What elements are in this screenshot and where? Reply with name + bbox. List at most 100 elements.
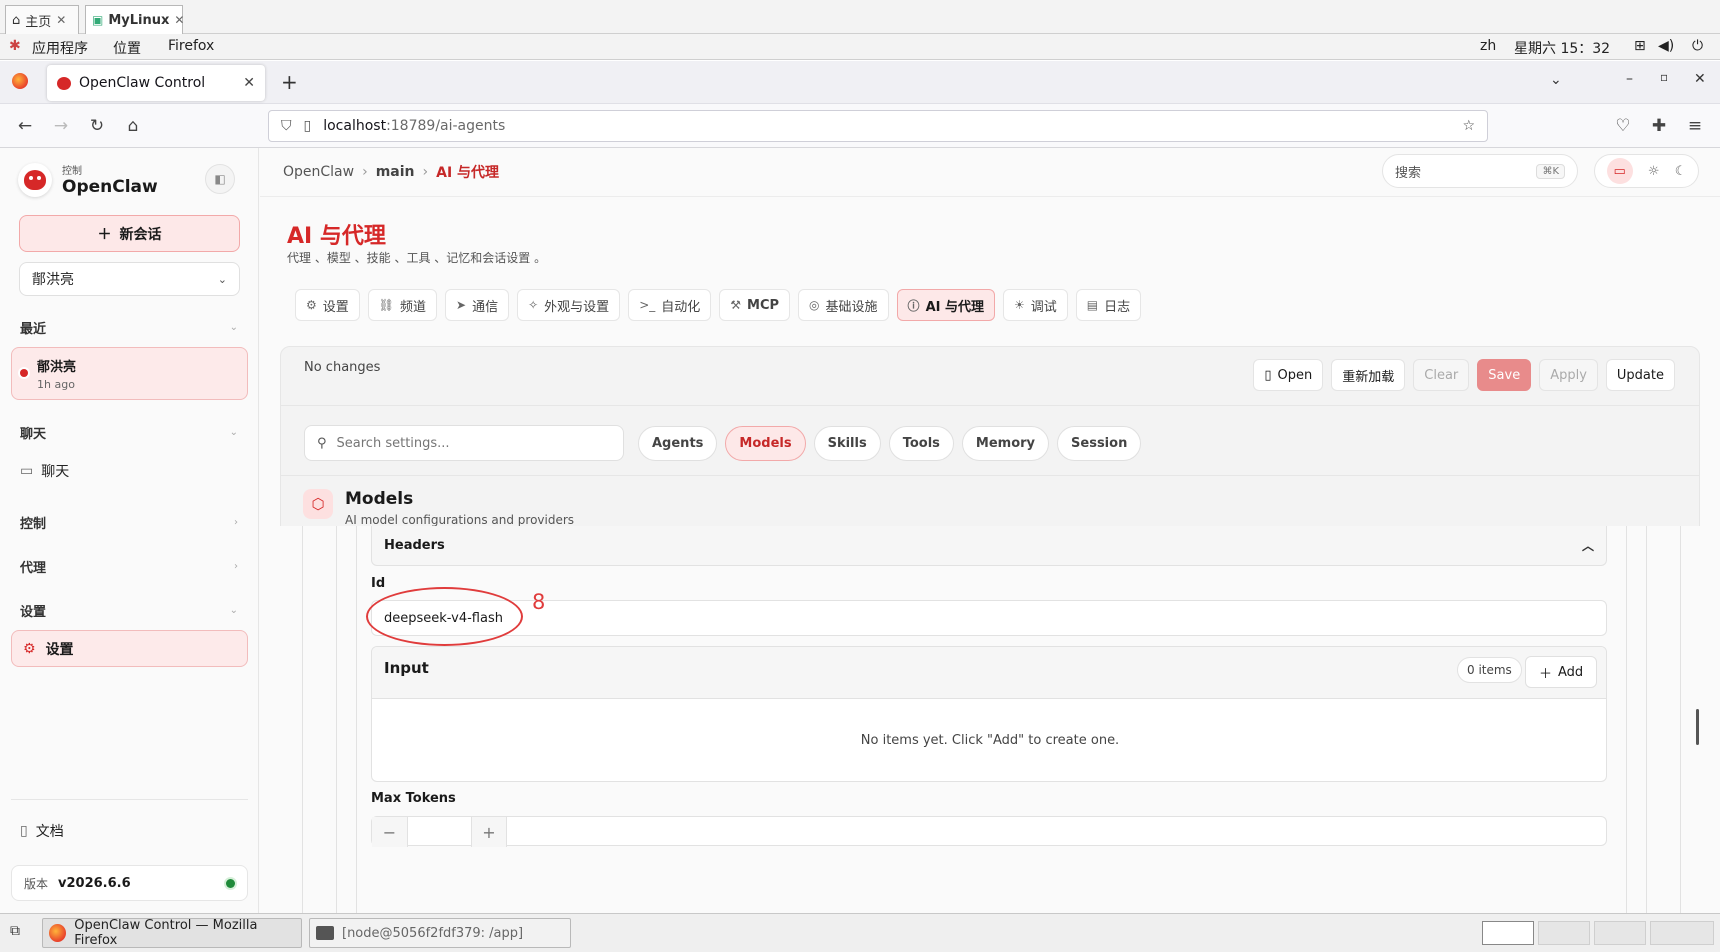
workspace-2[interactable]: [1538, 921, 1590, 945]
globe-icon: ◎: [809, 298, 820, 312]
section-label: 控制: [20, 517, 47, 532]
menu-hamburger-icon[interactable]: ≡: [1683, 114, 1707, 138]
browser-tab-active[interactable]: OpenClaw Control ✕: [47, 65, 265, 101]
save-button[interactable]: Save: [1477, 359, 1532, 391]
menu-places[interactable]: 位置: [113, 38, 141, 58]
new-chat-label: 新会话: [119, 226, 162, 243]
sun-icon[interactable]: ☼: [1648, 164, 1660, 179]
bookmark-star-icon[interactable]: ☆: [1462, 118, 1475, 134]
tab-infrastructure[interactable]: ◎ 基础设施: [798, 289, 889, 321]
tab-communication[interactable]: ➤ 通信: [445, 289, 510, 321]
show-desktop-icon[interactable]: ⧉: [10, 923, 20, 939]
volume-icon[interactable]: ◀): [1658, 38, 1674, 54]
id-field[interactable]: deepseek-v4-flash: [371, 600, 1607, 636]
breadcrumb-item[interactable]: OpenClaw: [283, 164, 354, 180]
taskbar-terminal-window[interactable]: [node@5056f2fdf379: /app]: [309, 918, 571, 948]
apply-button[interactable]: Apply: [1539, 359, 1598, 391]
minus-icon[interactable]: −: [372, 817, 408, 847]
forward-icon[interactable]: →: [49, 114, 73, 138]
tab-settings[interactable]: ⚙ 设置: [295, 289, 360, 321]
os-tab-mylinux[interactable]: ▣ MyLinux ✕: [85, 5, 184, 34]
shield-icon[interactable]: ⛉: [281, 118, 292, 134]
brand[interactable]: 控制 OpenClaw: [18, 162, 158, 197]
section-recent[interactable]: 最近 ⌄: [20, 318, 238, 337]
monitor-icon[interactable]: ▭: [1606, 158, 1633, 184]
tab-label: 通信: [472, 299, 499, 315]
recent-session-title: 鄁洪亮: [37, 360, 77, 375]
workspace-4[interactable]: [1650, 921, 1714, 945]
plus-icon: ＋: [1539, 666, 1553, 682]
menu-applications[interactable]: 应用程序: [32, 38, 88, 58]
sidebar-item-settings[interactable]: ⚙ 设置: [11, 630, 248, 667]
os-taskbar: ⧉ OpenClaw Control — Mozilla Firefox [no…: [0, 913, 1720, 952]
category-pills: Agents Models Skills Tools Memory Sessio…: [638, 426, 1142, 461]
tab-list-icon[interactable]: ⌄: [1550, 72, 1562, 88]
input-language[interactable]: zh: [1480, 38, 1496, 54]
scrollbar-thumb[interactable]: [1696, 709, 1699, 745]
tab-mcp[interactable]: ⚒ MCP: [719, 289, 791, 321]
global-search-input[interactable]: 搜索 ⌘K: [1382, 154, 1578, 188]
open-button[interactable]: ▯ Open: [1253, 359, 1324, 391]
close-icon[interactable]: ✕: [243, 75, 255, 91]
sidebar-item-docs[interactable]: ▯ 文档: [20, 821, 64, 841]
pill-memory[interactable]: Memory: [961, 426, 1050, 461]
update-button[interactable]: Update: [1605, 359, 1675, 391]
recent-session-item[interactable]: 鄁洪亮 1h ago: [11, 347, 248, 400]
tab-channels[interactable]: ⛓ 频道: [367, 289, 438, 321]
tab-debug[interactable]: ☀ 调试: [1003, 289, 1068, 321]
settings-search-input[interactable]: [336, 435, 597, 451]
close-icon[interactable]: ✕: [174, 13, 184, 27]
tab-logs[interactable]: ▤ 日志: [1075, 289, 1142, 321]
tab-ai-agents[interactable]: ⓘ AI 与代理: [896, 289, 995, 321]
pill-tools[interactable]: Tools: [888, 426, 954, 461]
nest-guide: [1680, 526, 1681, 913]
power-icon[interactable]: ⏻: [1692, 38, 1703, 54]
workspace-1[interactable]: [1482, 921, 1534, 945]
os-tab-home[interactable]: ⌂ 主页 ✕: [5, 5, 79, 34]
page-info-icon[interactable]: ▯: [304, 118, 312, 134]
section-settings[interactable]: 设置 ⌄: [20, 601, 238, 620]
reload-button[interactable]: 重新加载: [1331, 359, 1406, 391]
home-icon[interactable]: ⌂: [121, 114, 145, 138]
maximize-icon[interactable]: ▫: [1660, 70, 1668, 84]
menu-firefox[interactable]: Firefox: [168, 38, 214, 54]
add-item-button[interactable]: ＋ Add: [1525, 656, 1598, 688]
collapse-sidebar-button[interactable]: ◧: [205, 164, 235, 194]
breadcrumb-item[interactable]: main: [376, 164, 415, 180]
tab-automation[interactable]: >_ 自动化: [628, 289, 712, 321]
headers-collapsible[interactable]: Headers ︿: [371, 526, 1607, 566]
max-tokens-stepper[interactable]: − +: [371, 816, 1607, 847]
pill-session[interactable]: Session: [1057, 426, 1142, 461]
close-icon[interactable]: ✕: [56, 13, 66, 27]
agent-select[interactable]: 鄁洪亮 ⌄: [19, 262, 240, 296]
section-chat[interactable]: 聊天 ⌄: [20, 423, 238, 442]
gear-icon: ⚙: [23, 640, 36, 657]
section-control[interactable]: 控制 ›: [20, 513, 238, 532]
close-window-icon[interactable]: ✕: [1694, 71, 1706, 87]
clock[interactable]: 星期六 15：32: [1514, 38, 1610, 58]
back-icon[interactable]: ←: [13, 114, 37, 138]
plus-icon[interactable]: +: [471, 817, 507, 847]
pocket-icon[interactable]: ♡: [1611, 114, 1635, 138]
workspace-3[interactable]: [1594, 921, 1646, 945]
firefox-icon[interactable]: [12, 73, 28, 89]
recent-session-time: 1h ago: [37, 378, 75, 391]
network-icon[interactable]: ⊞: [1634, 38, 1646, 54]
pill-skills[interactable]: Skills: [813, 426, 881, 461]
taskbar-firefox-window[interactable]: OpenClaw Control — Mozilla Firefox: [42, 918, 302, 948]
moon-icon[interactable]: ☾: [1675, 164, 1687, 179]
section-agents[interactable]: 代理 ›: [20, 557, 238, 576]
clear-button[interactable]: Clear: [1413, 359, 1470, 391]
reload-icon[interactable]: ↻: [85, 114, 109, 138]
pill-models[interactable]: Models: [725, 426, 806, 461]
url-bar[interactable]: ⛉ ▯ localhost:18789/ai-agents ☆: [268, 110, 1488, 142]
minimize-icon[interactable]: –: [1626, 71, 1633, 87]
pill-agents[interactable]: Agents: [638, 426, 718, 461]
new-chat-button[interactable]: ＋ 新会话: [19, 215, 240, 252]
extensions-icon[interactable]: ✚: [1647, 114, 1671, 138]
section-header: ⬡ Models AI model configurations and pro…: [303, 489, 574, 527]
new-tab-icon[interactable]: +: [281, 70, 298, 94]
sidebar-item-chat[interactable]: ▭ 聊天: [20, 461, 69, 481]
settings-search[interactable]: ⚲: [304, 425, 624, 461]
tab-appearance[interactable]: ✧ 外观与设置: [517, 289, 621, 321]
